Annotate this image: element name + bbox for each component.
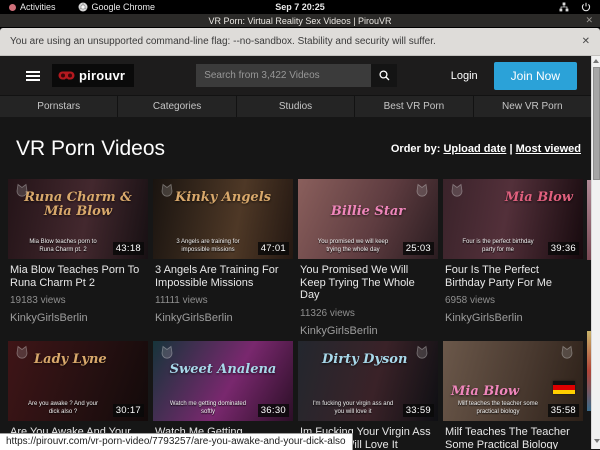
nav-item-new-vr-porn[interactable]: New VR Porn (474, 96, 591, 117)
video-thumbnail[interactable]: Lady Lyne Are you awake ? And your dick … (8, 341, 148, 421)
system-top-bar: Activities Google Chrome Sep 7 20:25 (0, 0, 600, 14)
studio-cat-logo-icon (159, 183, 175, 198)
app-menu-label: Google Chrome (92, 2, 156, 12)
vertical-scrollbar[interactable] (591, 56, 600, 449)
thumbnail-caption: Mia Blow teaches porn to Runa Charm pt. … (22, 238, 104, 254)
channel-link[interactable]: KinkyGirlsBerlin (155, 312, 291, 324)
studio-cat-logo-icon (14, 183, 30, 198)
scrollbar-thumb[interactable] (593, 67, 600, 180)
german-flag-icon (553, 381, 575, 394)
duration-badge: 30:17 (113, 404, 144, 417)
site-logo[interactable]: pirouvr (52, 64, 134, 87)
activities-button[interactable]: Activities (9, 2, 56, 12)
join-now-button[interactable]: Join Now (494, 62, 577, 90)
site-logo-text: pirouvr (79, 68, 125, 83)
thumbnail-caption: Are you awake ? And your dick also ? (22, 400, 104, 416)
video-title[interactable]: Milf Teaches The Teacher Some Practical … (445, 426, 581, 449)
video-card[interactable]: Mia Blow Four is the perfect birthday pa… (443, 179, 583, 337)
view-count: 11111 views (155, 295, 291, 306)
app-menu-button[interactable]: Google Chrome (78, 2, 156, 12)
channel-link[interactable]: KinkyGirlsBerlin (10, 312, 146, 324)
duration-badge: 33:59 (403, 404, 434, 417)
vr-goggles-icon (58, 71, 75, 81)
video-title[interactable]: You Promised We Will Keep Trying The Who… (300, 264, 436, 302)
duration-badge: 47:01 (258, 242, 289, 255)
video-thumbnail[interactable]: Mia Blow Milf teaches the teacher some p… (443, 341, 583, 421)
main-nav: Pornstars Categories Studios Best VR Por… (0, 95, 591, 117)
tab-title: VR Porn: Virtual Reality Sex Videos | Pi… (208, 16, 391, 26)
studio-cat-logo-icon (159, 345, 175, 360)
video-card[interactable]: Kinky Angels 3 Angels are training for i… (153, 179, 293, 337)
thumbnail-caption: Four is the perfect birthday party for m… (457, 238, 539, 254)
nav-item-best-vr-porn[interactable]: Best VR Porn (355, 96, 472, 117)
infobar-close-icon[interactable]: ✕ (582, 36, 590, 47)
page-title: VR Porn Videos (16, 137, 165, 161)
page-head: VR Porn Videos Order by: Upload date | M… (0, 117, 591, 179)
video-card[interactable]: Mia Blow Milf teaches the teacher some p… (443, 341, 583, 449)
video-thumbnail[interactable]: Mia Blow Four is the perfect birthday pa… (443, 179, 583, 259)
menu-hamburger-icon[interactable] (26, 69, 40, 83)
nav-item-pornstars[interactable]: Pornstars (0, 96, 117, 117)
activities-indicator-icon (9, 4, 16, 11)
duration-badge: 39:36 (548, 242, 579, 255)
nav-item-studios[interactable]: Studios (237, 96, 354, 117)
thumbnail-caption: 3 Angels are training for impossible mis… (167, 238, 249, 254)
video-thumbnail[interactable]: Kinky Angels 3 Angels are training for i… (153, 179, 293, 259)
channel-link[interactable]: KinkyGirlsBerlin (300, 325, 436, 337)
order-separator: | (509, 143, 512, 155)
video-thumbnail[interactable]: Billie Star You promised we will keep tr… (298, 179, 438, 259)
studio-cat-logo-icon (449, 183, 465, 198)
thumbnail-caption: I'm fucking your virgin ass and you will… (312, 400, 394, 416)
scroll-down-arrow-icon[interactable] (594, 439, 600, 443)
search-button[interactable] (371, 64, 397, 87)
video-card[interactable]: Billie Star You promised we will keep tr… (298, 179, 438, 337)
order-upload-date-link[interactable]: Upload date (443, 143, 506, 155)
video-title[interactable]: Four Is The Perfect Birthday Party For M… (445, 264, 581, 289)
view-count: 6958 views (445, 295, 581, 306)
sandbox-warning-infobar: You are using an unsupported command-lin… (0, 28, 600, 56)
duration-badge: 43:18 (113, 242, 144, 255)
view-count: 11326 views (300, 308, 436, 319)
browser-tab-bar: VR Porn: Virtual Reality Sex Videos | Pi… (0, 14, 600, 28)
nav-item-categories[interactable]: Categories (118, 96, 235, 117)
network-icon[interactable] (559, 2, 569, 12)
infobar-message: You are using an unsupported command-lin… (10, 36, 436, 47)
video-card[interactable]: Runa Charm & Mia Blow Mia Blow teaches p… (8, 179, 148, 337)
site-header: pirouvr Login Join Now (0, 56, 591, 95)
search-input[interactable] (196, 64, 371, 87)
video-thumbnail[interactable]: Runa Charm & Mia Blow Mia Blow teaches p… (8, 179, 148, 259)
thumbnail-caption: Watch me getting dominated softly (167, 400, 249, 416)
chrome-icon (78, 2, 88, 12)
duration-badge: 25:03 (403, 242, 434, 255)
video-title[interactable]: Mia Blow Teaches Porn To Runa Charm Pt 2 (10, 264, 146, 289)
order-most-viewed-link[interactable]: Most viewed (516, 143, 581, 155)
view-count: 19183 views (10, 295, 146, 306)
thumbnail-caption: Milf teaches the teacher some practical … (457, 400, 539, 416)
video-grid: Runa Charm & Mia Blow Mia Blow teaches p… (0, 179, 591, 449)
search-icon (379, 70, 390, 81)
browser-viewport: pirouvr Login Join Now Pornstars Categor… (0, 56, 600, 449)
thumbnail-caption: You promised we will keep trying the who… (312, 238, 394, 254)
login-link[interactable]: Login (451, 70, 478, 82)
duration-badge: 35:58 (548, 404, 579, 417)
video-thumbnail[interactable]: Sweet Analena Watch me getting dominated… (153, 341, 293, 421)
studio-cat-logo-icon (414, 183, 430, 198)
studio-cat-logo-icon (14, 345, 30, 360)
video-thumbnail[interactable]: Dirty Dyson I'm fucking your virgin ass … (298, 341, 438, 421)
order-by: Order by: Upload date | Most viewed (391, 143, 581, 155)
webpage: pirouvr Login Join Now Pornstars Categor… (0, 56, 591, 449)
studio-cat-logo-icon (559, 345, 575, 360)
studio-cat-logo-icon (414, 345, 430, 360)
channel-link[interactable]: KinkyGirlsBerlin (445, 312, 581, 324)
order-by-label: Order by: (391, 143, 441, 155)
video-title[interactable]: 3 Angels Are Training For Impossible Mis… (155, 264, 291, 289)
scroll-up-arrow-icon[interactable] (593, 59, 599, 63)
status-url: https://pirouvr.com/vr-porn-video/779325… (0, 433, 353, 450)
duration-badge: 36:30 (258, 404, 289, 417)
tab-close-icon[interactable]: ✕ (585, 15, 593, 26)
activities-label: Activities (20, 2, 56, 12)
power-icon[interactable] (581, 2, 591, 12)
